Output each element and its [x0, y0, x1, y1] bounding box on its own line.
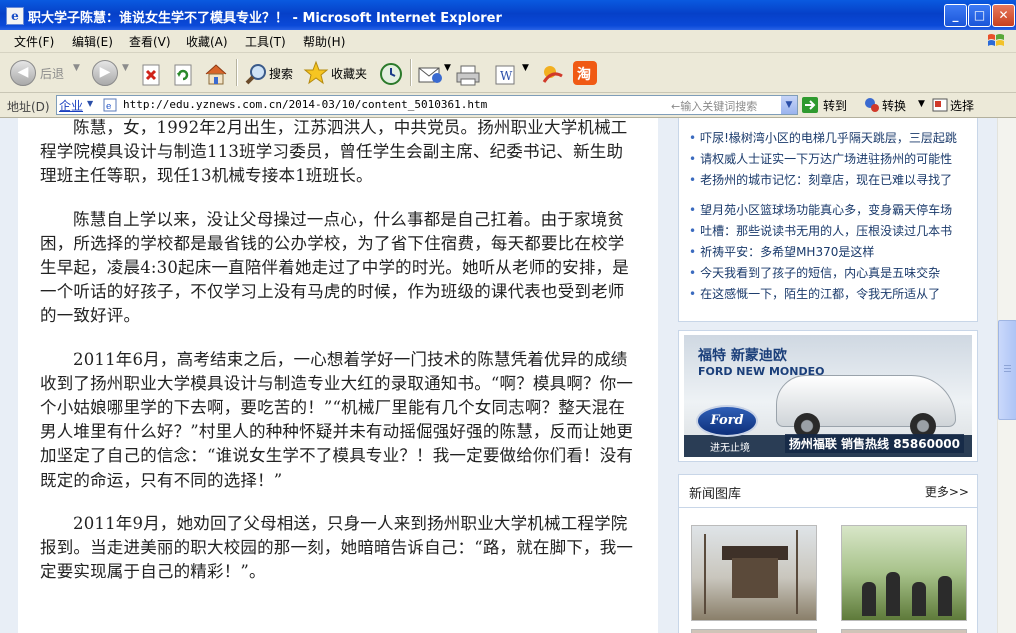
- menu-file[interactable]: 文件(F): [14, 33, 54, 50]
- search-button-label[interactable]: 搜索: [269, 65, 293, 82]
- address-scope-dropdown[interactable]: 企业: [59, 97, 83, 114]
- news-link[interactable]: 吐槽：那些说读书无用的人，压根没读过几本书: [689, 222, 952, 239]
- svg-text:e: e: [106, 102, 111, 112]
- article-paragraph: 2011年6月，高考结束之后，一心想着学好一门技术的陈慧凭着优异的成绩收到了扬州…: [40, 349, 634, 490]
- menu-tools[interactable]: 工具(T): [245, 33, 286, 50]
- article-paragraph: 陈慧，女，1992年2月出生，江苏泗洪人，中共党员。扬州职业大学机械工程学院模具…: [40, 118, 628, 186]
- ie-page-icon: e: [6, 7, 24, 25]
- menu-view[interactable]: 查看(V): [129, 33, 171, 50]
- close-button[interactable]: ✕: [992, 4, 1015, 27]
- person: [886, 572, 900, 616]
- svg-text:W: W: [500, 69, 513, 83]
- ad-image[interactable]: 福特 新蒙迪欧 FORD NEW MONDEO Ford 进无止境 扬州福联 销…: [684, 335, 972, 457]
- back-arrow-icon[interactable]: ◀: [10, 60, 36, 86]
- gallery-thumbnail[interactable]: [691, 629, 817, 633]
- news-link[interactable]: 吓尿!椽树湾小区的电梯几乎隔天跳层，三层起跳: [689, 129, 957, 146]
- address-bar: 地址(D) 企业 ▼ e http://edu.yznews.com.cn/20…: [0, 93, 1016, 118]
- window-title: 职大学子陈慧：谁说女生学不了模具专业？！ - Microsoft Interne…: [28, 11, 502, 26]
- svg-text:淘: 淘: [577, 66, 591, 83]
- person: [862, 582, 876, 616]
- favorites-button-label[interactable]: 收藏夹: [331, 65, 367, 82]
- vertical-scrollbar[interactable]: [997, 118, 1016, 633]
- menu-edit[interactable]: 编辑(E): [72, 33, 113, 50]
- forward-arrow-icon[interactable]: ▶: [92, 60, 118, 86]
- gallery-more-link[interactable]: 更多>>: [925, 483, 969, 500]
- stop-icon[interactable]: [140, 62, 162, 88]
- select-icon[interactable]: [932, 97, 948, 113]
- convert-button[interactable]: 转换: [882, 97, 906, 114]
- gallery-title: 新闻图库: [689, 487, 742, 502]
- convert-icon[interactable]: [864, 97, 880, 113]
- page-content: 陈慧，女，1992年2月出生，江苏泗洪人，中共党员。扬州职业大学机械工程学院模具…: [0, 118, 997, 633]
- divider: [679, 507, 977, 508]
- forward-dropdown-icon[interactable]: ▼: [122, 63, 129, 73]
- ad-brand-text: 福特 新蒙迪欧: [698, 348, 787, 364]
- ford-ad-banner[interactable]: 福特 新蒙迪欧 FORD NEW MONDEO Ford 进无止境 扬州福联 销…: [678, 330, 978, 462]
- title-bar: e 职大学子陈慧：谁说女生学不了模具专业？！ - Microsoft Inter…: [0, 0, 1016, 30]
- back-dropdown-icon[interactable]: ▼: [73, 63, 80, 73]
- messenger-icon[interactable]: [540, 61, 564, 87]
- article-paragraph: 2011年9月，她劝回了父母相送，只身一人来到扬州职业大学机械工程学院报到。当走…: [40, 513, 634, 582]
- ad-dealer-hotline: 扬州福联 销售热线 85860000: [784, 434, 964, 453]
- ad-model-text: FORD NEW MONDEO: [698, 365, 825, 378]
- news-link[interactable]: 老扬州的城市记忆：刻章店，现在已难以寻找了: [689, 171, 952, 188]
- scope-dropdown-icon[interactable]: ▼: [87, 99, 93, 108]
- refresh-icon[interactable]: [172, 62, 194, 88]
- grip-line: [1004, 368, 1011, 369]
- toolbar-separator: [236, 59, 238, 86]
- mail-dropdown-icon[interactable]: ▼: [444, 63, 451, 73]
- pavilion: [732, 558, 778, 598]
- home-icon[interactable]: [204, 61, 228, 87]
- go-arrow-icon[interactable]: [802, 97, 818, 113]
- url-text[interactable]: http://edu.yznews.com.cn/2014-03/10/cont…: [123, 98, 487, 111]
- news-link[interactable]: 在这感慨一下，陌生的江都，令我无所适从了: [689, 285, 940, 302]
- grip-line: [1004, 365, 1011, 366]
- toolbar-separator: [410, 59, 412, 86]
- edit-word-icon[interactable]: W: [494, 62, 516, 88]
- news-link[interactable]: 望月苑小区篮球场功能真心多，变身霸天停车场: [689, 201, 952, 218]
- go-button[interactable]: 转到: [823, 97, 847, 114]
- tree: [704, 534, 706, 614]
- ford-logo: Ford: [696, 405, 758, 437]
- address-dropdown-icon[interactable]: ▼: [781, 96, 797, 114]
- tree: [796, 530, 798, 614]
- gallery-thumbnail[interactable]: [841, 629, 967, 633]
- edit-dropdown-icon[interactable]: ▼: [522, 63, 529, 73]
- favorites-star-icon[interactable]: [303, 60, 329, 86]
- history-icon[interactable]: [379, 61, 403, 87]
- print-icon[interactable]: [455, 62, 481, 88]
- windows-logo-icon: [988, 34, 1004, 46]
- news-link[interactable]: 请权威人士证实一下万达广场进驻扬州的可能性: [689, 150, 952, 167]
- address-field[interactable]: 企业 ▼ e http://edu.yznews.com.cn/2014-03/…: [56, 95, 798, 115]
- ad-slogan: 进无止境: [710, 443, 750, 454]
- scrollbar-thumb[interactable]: [998, 320, 1016, 420]
- news-gallery-box: 新闻图库 更多>>: [678, 474, 978, 633]
- menu-favorites[interactable]: 收藏(A): [186, 33, 228, 50]
- select-button[interactable]: 选择: [950, 97, 974, 114]
- grip-line: [1004, 371, 1011, 372]
- menu-bar: 文件(F) 编辑(E) 查看(V) 收藏(A) 工具(T) 帮助(H): [0, 30, 1016, 53]
- article-paragraph: 陈慧自上学以来，没让父母操过一点心，什么事都是自己扛着。由于家境贫困，所选择的学…: [40, 209, 629, 326]
- toolbar: ◀ 后退 ▼ ▶ ▼ 搜索 收藏夹 ▼ W ▼ 淘: [0, 53, 1016, 93]
- page-icon: e: [103, 98, 117, 112]
- news-link[interactable]: 今天我看到了孩子的短信，内心真是五味交杂: [689, 264, 940, 281]
- maximize-button[interactable]: □: [968, 4, 991, 27]
- taobao-icon[interactable]: 淘: [572, 60, 598, 86]
- news-link[interactable]: 祈祷平安：多希望MH370是这样: [689, 243, 874, 260]
- back-button-label[interactable]: 后退: [40, 65, 64, 82]
- minimize-button[interactable]: _: [944, 4, 967, 27]
- menu-help[interactable]: 帮助(H): [303, 33, 345, 50]
- search-icon[interactable]: [244, 61, 268, 87]
- article-body: 陈慧，女，1992年2月出生，江苏泗洪人，中共党员。扬州职业大学机械工程学院模具…: [18, 118, 658, 633]
- gallery-thumbnail[interactable]: [691, 525, 817, 621]
- gallery-thumbnail[interactable]: [841, 525, 967, 621]
- person: [912, 582, 926, 616]
- person: [938, 576, 952, 616]
- address-label: 地址(D): [7, 100, 50, 114]
- convert-dropdown-icon[interactable]: ▼: [918, 99, 925, 109]
- mail-icon[interactable]: [417, 62, 443, 88]
- keyword-search-hint[interactable]: ←输入关键词搜索: [671, 98, 757, 114]
- hot-topics-box: 吓尿!椽树湾小区的电梯几乎隔天跳层，三层起跳 请权威人士证实一下万达广场进驻扬州…: [678, 118, 978, 322]
